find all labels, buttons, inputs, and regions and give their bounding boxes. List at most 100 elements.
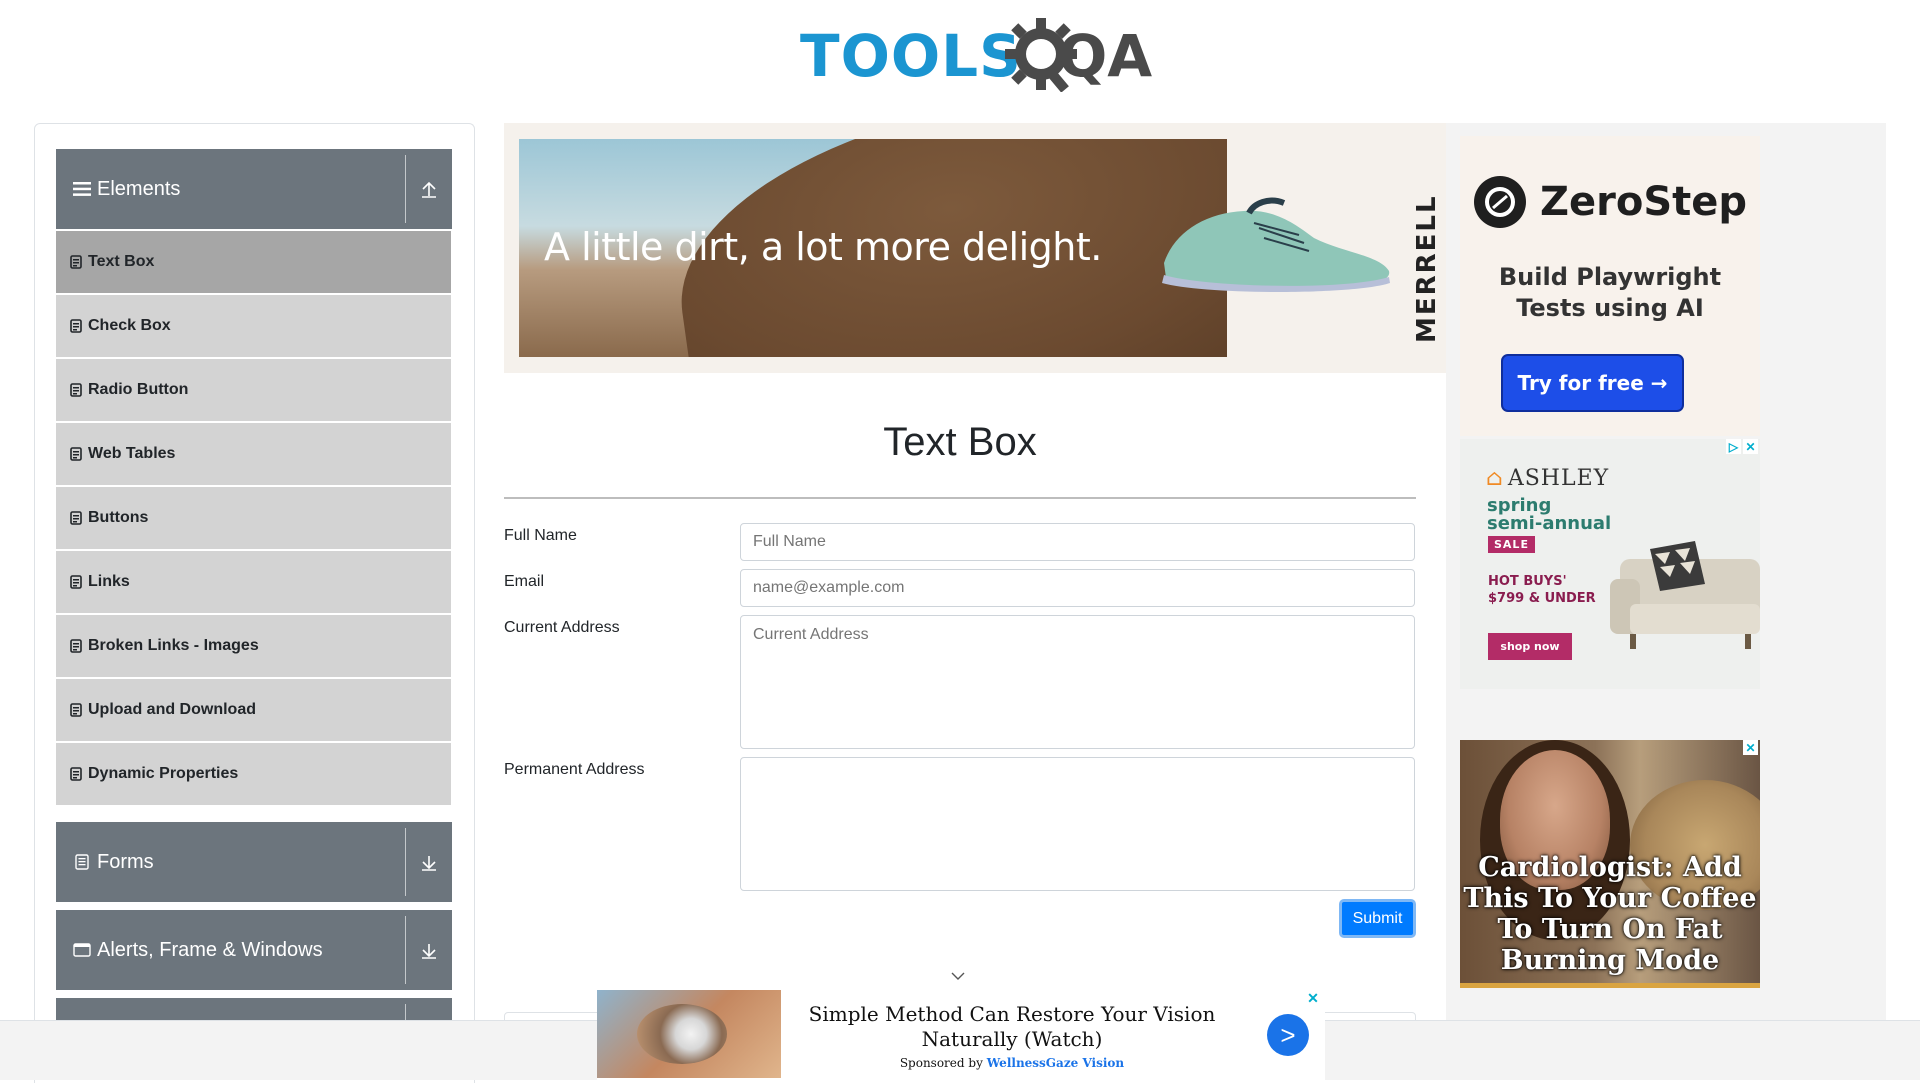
group-title: Forms	[97, 850, 154, 873]
sidebar-item-web-tables[interactable]: Web Tables	[56, 423, 451, 485]
zerostep-brand: ZeroStep	[1540, 179, 1748, 225]
bottom-ad-headline: Simple Method Can Restore Your Vision Na…	[808, 1002, 1216, 1051]
banner-headline: A little dirt, a lot more delight.	[544, 225, 1102, 269]
hamburger-icon	[73, 181, 91, 197]
permanent-address-textarea[interactable]	[740, 757, 1415, 891]
collapse-arrow-icon[interactable]	[418, 179, 440, 201]
ashley-line2: semi-annual	[1487, 513, 1612, 534]
group-header-forms[interactable]: Forms	[56, 822, 452, 902]
zerostep-logo: ZeroStep	[1474, 176, 1747, 228]
sidebar-item-text-box[interactable]: Text Box	[56, 231, 451, 293]
close-icon[interactable]: ✕	[1305, 990, 1321, 1006]
zerostep-tagline: Build Playwright Tests using AI	[1460, 262, 1760, 324]
coffee-accent-bar	[1460, 983, 1760, 988]
sidebar-item-label: Radio Button	[88, 381, 189, 398]
email-input[interactable]	[740, 569, 1415, 607]
list-icon	[70, 511, 82, 525]
top-banner-ad[interactable]: A little dirt, a lot more delight. MERRE…	[504, 123, 1446, 373]
window-icon	[73, 942, 91, 958]
ashley-hot2: $799 & UNDER	[1488, 591, 1596, 606]
email-label: Email	[504, 573, 545, 590]
banner-photo: A little dirt, a lot more delight.	[519, 139, 1227, 357]
sidebar-item-label: Upload and Download	[88, 701, 256, 718]
current-address-textarea[interactable]	[740, 615, 1415, 749]
list-icon	[70, 703, 82, 717]
sidebar-item-links[interactable]: Links	[56, 551, 451, 613]
sidebar: Elements Text Box Check Box Radio Button…	[34, 123, 475, 1083]
sponsor-prefix: Sponsored by	[899, 1056, 983, 1070]
sidebar-item-label: Text Box	[88, 253, 155, 270]
divider	[405, 916, 406, 984]
sofa-image	[1610, 541, 1760, 649]
title-divider	[504, 497, 1416, 499]
zerostep-line1: Build Playwright	[1498, 263, 1722, 291]
ad-badges: ▷ ✕	[1726, 439, 1758, 454]
eye-image	[597, 990, 781, 1078]
zerostep-ad[interactable]: ZeroStep Build Playwright Tests using AI…	[1460, 136, 1760, 436]
group-title: Alerts, Frame & Windows	[97, 938, 323, 961]
ashley-hot-buys: HOT BUYS' $799 & UNDER	[1488, 573, 1596, 607]
shoe-image	[1162, 197, 1390, 292]
sidebar-item-broken-links[interactable]: Broken Links - Images	[56, 615, 451, 677]
sidebar-item-upload-download[interactable]: Upload and Download	[56, 679, 451, 741]
chevron-down-icon[interactable]	[950, 970, 966, 982]
zerostep-mark-icon	[1474, 176, 1526, 228]
banner-brand: MERRELL	[1412, 194, 1442, 343]
divider	[405, 155, 406, 223]
bottom-ad-sponsor: Sponsored by WellnessGaze Vision	[807, 1056, 1217, 1070]
zerostep-line2: Tests using AI	[1516, 294, 1704, 322]
sidebar-item-label: Check Box	[88, 317, 171, 334]
sidebar-item-radio-button[interactable]: Radio Button	[56, 359, 451, 421]
list-icon	[70, 255, 82, 269]
list-icon	[70, 383, 82, 397]
list-icon	[70, 447, 82, 461]
expand-arrow-icon[interactable]	[418, 852, 440, 874]
sidebar-item-label: Dynamic Properties	[88, 765, 239, 782]
bottom-sticky-ad[interactable]: Simple Method Can Restore Your Vision Na…	[597, 990, 1325, 1080]
site-header: TOOLS QA	[0, 0, 1920, 100]
full-name-label: Full Name	[504, 527, 577, 544]
ashley-brand: ASHLEY	[1507, 466, 1610, 491]
close-icon[interactable]: ✕	[1743, 740, 1758, 755]
ashley-sale-badge: SALE	[1488, 536, 1535, 553]
sidebar-item-label: Web Tables	[88, 445, 176, 462]
sidebar-item-label: Broken Links - Images	[88, 637, 259, 654]
logo-text-qa: QA	[1058, 22, 1153, 90]
list-icon	[70, 575, 82, 589]
group-header-elements[interactable]: Elements	[56, 149, 452, 229]
permanent-address-label: Permanent Address	[504, 761, 645, 778]
try-for-free-button[interactable]: Try for free →	[1501, 354, 1684, 412]
house-icon: ⌂	[1486, 466, 1504, 491]
ashley-hot1: HOT BUYS'	[1488, 574, 1567, 589]
list-icon	[70, 319, 82, 333]
group-header-alerts[interactable]: Alerts, Frame & Windows	[56, 910, 452, 990]
current-address-label: Current Address	[504, 619, 620, 636]
list-icon	[70, 767, 82, 781]
page-title: Text Box	[883, 420, 1037, 464]
list-icon	[70, 639, 82, 653]
sidebar-item-check-box[interactable]: Check Box	[56, 295, 451, 357]
logo-text-tools: TOOLS	[800, 22, 1022, 90]
ashley-logo: ⌂ ASHLEY	[1486, 466, 1609, 491]
sidebar-item-label: Links	[88, 573, 130, 590]
coffee-headline: Cardiologist: Add This To Your Coffee To…	[1463, 852, 1757, 976]
sidebar-item-dynamic-properties[interactable]: Dynamic Properties	[56, 743, 451, 805]
sidebar-item-buttons[interactable]: Buttons	[56, 487, 451, 549]
group-title: Elements	[97, 177, 181, 200]
adchoices-icon[interactable]: ▷	[1726, 439, 1741, 454]
sponsor-brand[interactable]: WellnessGaze Vision	[987, 1056, 1124, 1070]
sidebar-item-label: Buttons	[88, 509, 149, 526]
document-icon	[73, 854, 91, 870]
toolsqa-logo[interactable]: TOOLS QA	[800, 14, 1152, 94]
shop-now-button[interactable]: shop now	[1488, 633, 1572, 660]
expand-arrow-icon[interactable]	[418, 940, 440, 962]
divider	[405, 828, 406, 896]
ashley-headline: spring semi-annual	[1487, 497, 1611, 533]
full-name-input[interactable]	[740, 523, 1415, 561]
ashley-ad[interactable]: ⌂ ASHLEY spring semi-annual SALE HOT BUYS…	[1460, 439, 1760, 689]
coffee-ad[interactable]: Cardiologist: Add This To Your Coffee To…	[1460, 740, 1760, 988]
close-icon[interactable]: ✕	[1743, 439, 1758, 454]
arrow-right-button[interactable]: >	[1267, 1014, 1309, 1056]
eye-illustration	[637, 1004, 727, 1064]
submit-button[interactable]: Submit	[1339, 899, 1416, 938]
